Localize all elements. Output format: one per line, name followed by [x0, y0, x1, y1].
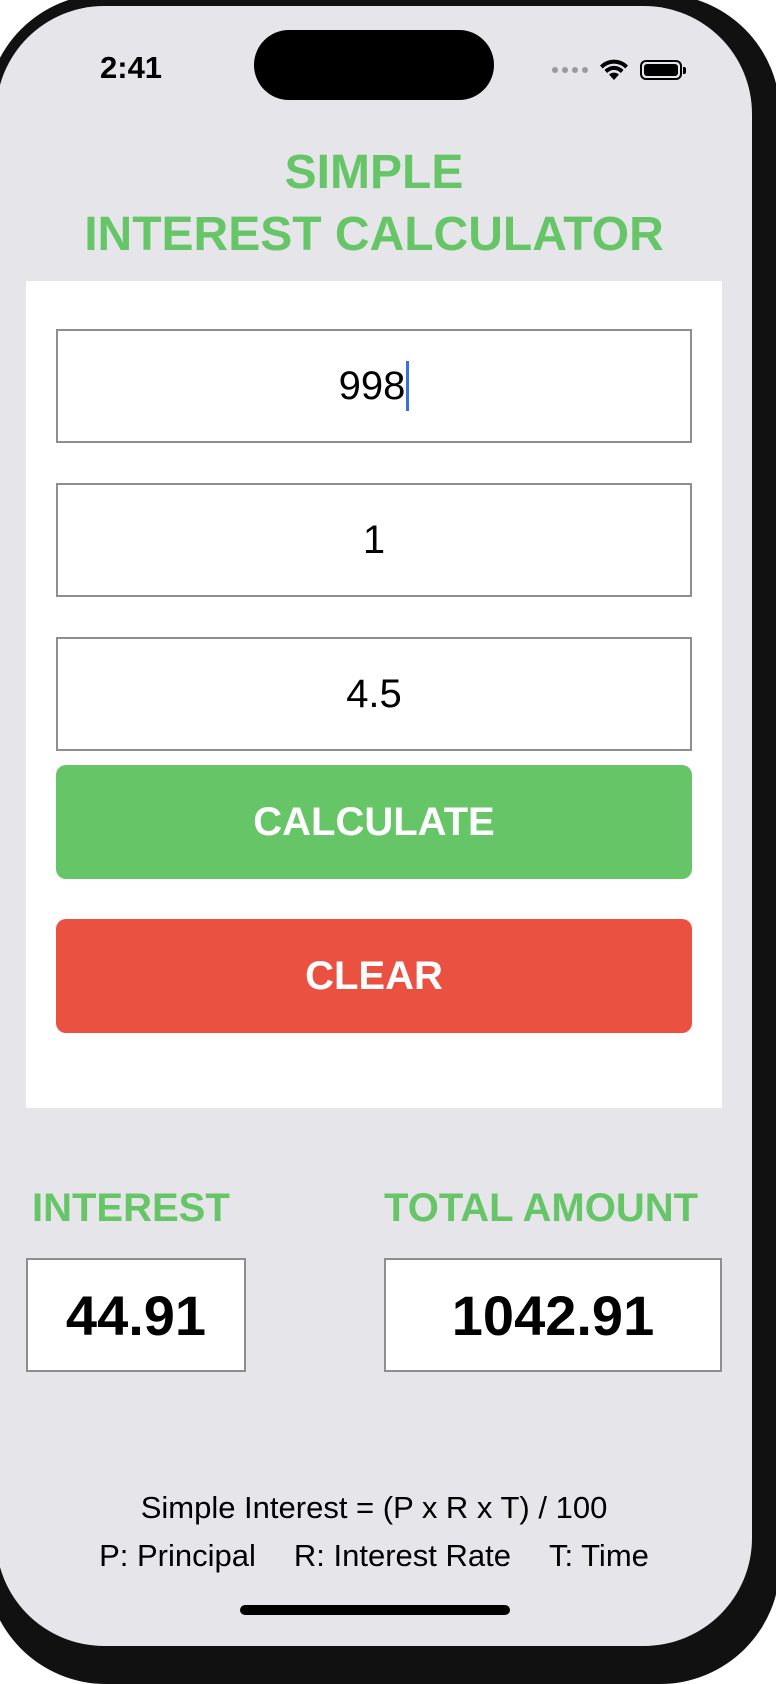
- rate-input[interactable]: 4.5: [56, 637, 692, 751]
- interest-value: 44.91: [65, 1283, 207, 1347]
- device-frame: 2:41 SIMPLE INTEREST CALCULATOR 998 1 4.…: [0, 0, 776, 1684]
- formula-text: Simple Interest = (P x R x T) / 100: [140, 1490, 608, 1525]
- home-indicator[interactable]: [240, 1605, 510, 1615]
- total-amount-label: TOTAL AMOUNT: [384, 1186, 699, 1230]
- page-title: SIMPLE INTEREST CALCULATOR: [0, 142, 752, 266]
- time-input[interactable]: 1: [56, 483, 692, 597]
- legend-principal: P: Principal: [99, 1538, 256, 1573]
- interest-label: INTEREST: [32, 1186, 230, 1230]
- principal-input-value: 998: [338, 363, 406, 408]
- status-time: 2:41: [100, 50, 163, 85]
- calculate-button[interactable]: CALCULATE: [56, 765, 692, 879]
- time-input-value: 1: [362, 517, 386, 562]
- cellular-signal-icon: [552, 67, 588, 73]
- legend-time: T: Time: [548, 1538, 649, 1573]
- total-amount-result-box: 1042.91: [384, 1258, 722, 1372]
- input-card: 998 1 4.5 CALCULATE CLEAR: [26, 281, 722, 1108]
- text-cursor: [406, 361, 410, 411]
- title-line-1: SIMPLE: [284, 146, 464, 199]
- total-amount-value: 1042.91: [451, 1283, 655, 1347]
- app-screen: 2:41 SIMPLE INTEREST CALCULATOR 998 1 4.…: [0, 6, 752, 1646]
- formula-legend: P: Principal R: Interest Rate T: Time: [0, 1538, 752, 1574]
- rate-input-value: 4.5: [346, 671, 402, 716]
- battery-icon: [640, 60, 686, 80]
- principal-input[interactable]: 998: [56, 329, 692, 443]
- dynamic-island: [254, 30, 494, 100]
- clear-button[interactable]: CLEAR: [56, 919, 692, 1033]
- title-line-2: INTEREST CALCULATOR: [84, 208, 664, 261]
- status-bar: 2:41: [0, 6, 752, 116]
- status-icons: [552, 58, 686, 82]
- interest-result-box: 44.91: [26, 1258, 246, 1372]
- wifi-icon: [600, 59, 628, 80]
- legend-rate: R: Interest Rate: [293, 1538, 511, 1573]
